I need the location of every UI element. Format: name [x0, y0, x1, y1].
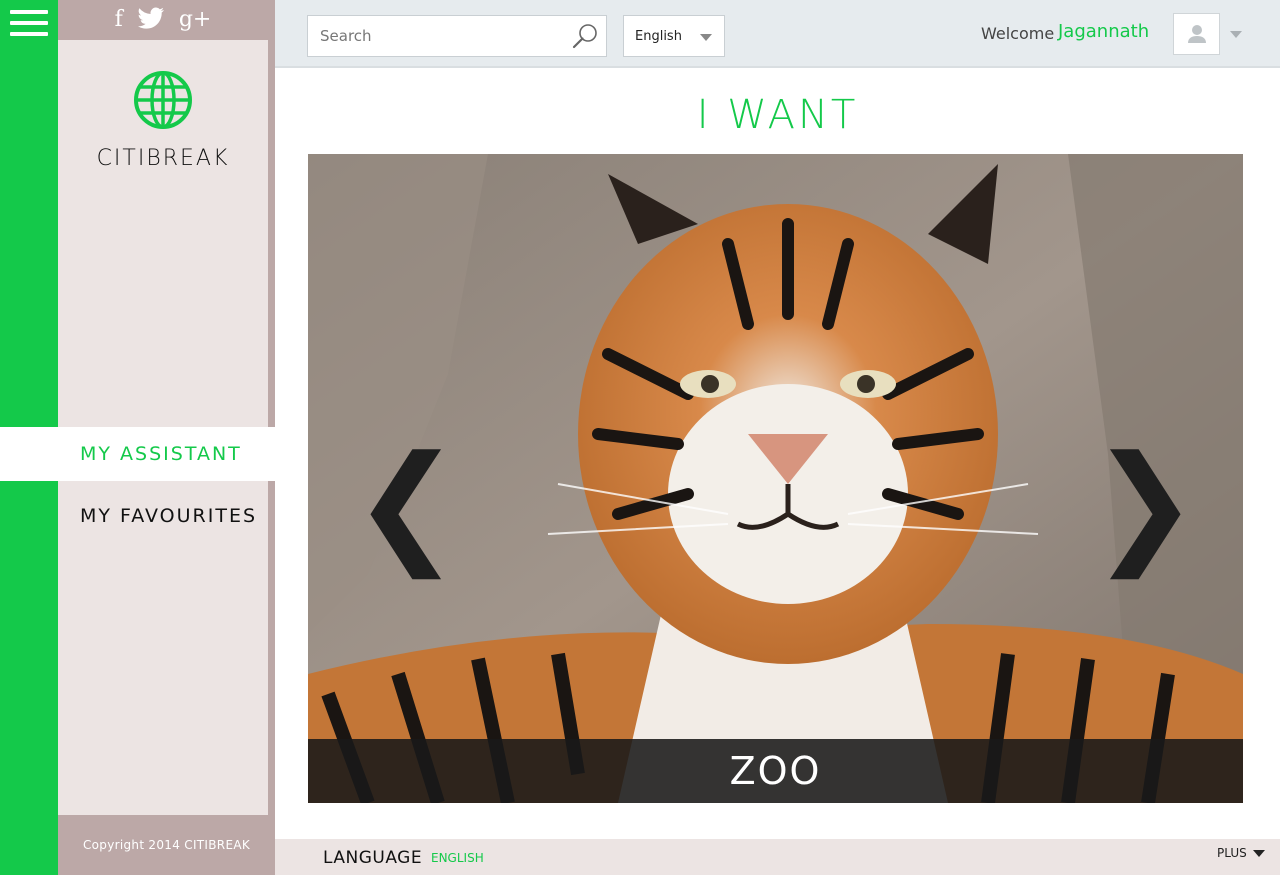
top-bar: English Welcome Jagannath	[275, 0, 1280, 68]
user-icon	[1188, 25, 1206, 43]
username-link[interactable]: Jagannath	[1058, 21, 1149, 42]
copyright-text: Copyright 2014 CITIBREAK	[82, 838, 251, 852]
language-select-value: English	[635, 29, 682, 44]
facebook-icon[interactable]: f	[115, 9, 123, 31]
avatar[interactable]	[1173, 13, 1220, 55]
search-box	[307, 15, 607, 57]
welcome-text: Welcome	[981, 24, 1055, 43]
slider-next-arrow[interactable]: ❯	[1090, 438, 1199, 568]
chevron-down-icon	[700, 34, 712, 41]
nav-item-my-assistant[interactable]: MY ASSISTANT	[80, 443, 242, 465]
footer-bar: LANGUAGE ENGLISH PLUS	[275, 839, 1280, 875]
search-input[interactable]	[308, 16, 558, 56]
twitter-icon[interactable]	[137, 7, 165, 33]
footer-language-value[interactable]: ENGLISH	[431, 851, 484, 865]
search-icon[interactable]	[572, 23, 598, 49]
slider-prev-arrow[interactable]: ❮	[352, 438, 461, 568]
image-slider[interactable]: ❮ ❯ ZOO	[308, 154, 1243, 803]
globe-icon	[134, 71, 192, 129]
brand-name: CITIBREAK	[96, 146, 230, 171]
social-links: f g+	[58, 0, 268, 40]
brand-logo[interactable]: CITIBREAK	[58, 70, 268, 171]
nav-item-my-favourites[interactable]: MY FAVOURITES	[80, 505, 257, 527]
google-plus-icon[interactable]: g+	[179, 9, 212, 31]
language-select[interactable]: English	[623, 15, 725, 57]
user-menu-chevron-icon[interactable]	[1230, 31, 1242, 38]
footer-language-label: LANGUAGE	[323, 848, 423, 868]
plus-menu[interactable]: PLUS	[1217, 846, 1247, 860]
menu-icon[interactable]	[10, 10, 48, 40]
plus-chevron-down-icon[interactable]	[1253, 850, 1265, 857]
slide-caption[interactable]: ZOO	[308, 739, 1243, 803]
page-title: I WANT	[696, 92, 859, 138]
